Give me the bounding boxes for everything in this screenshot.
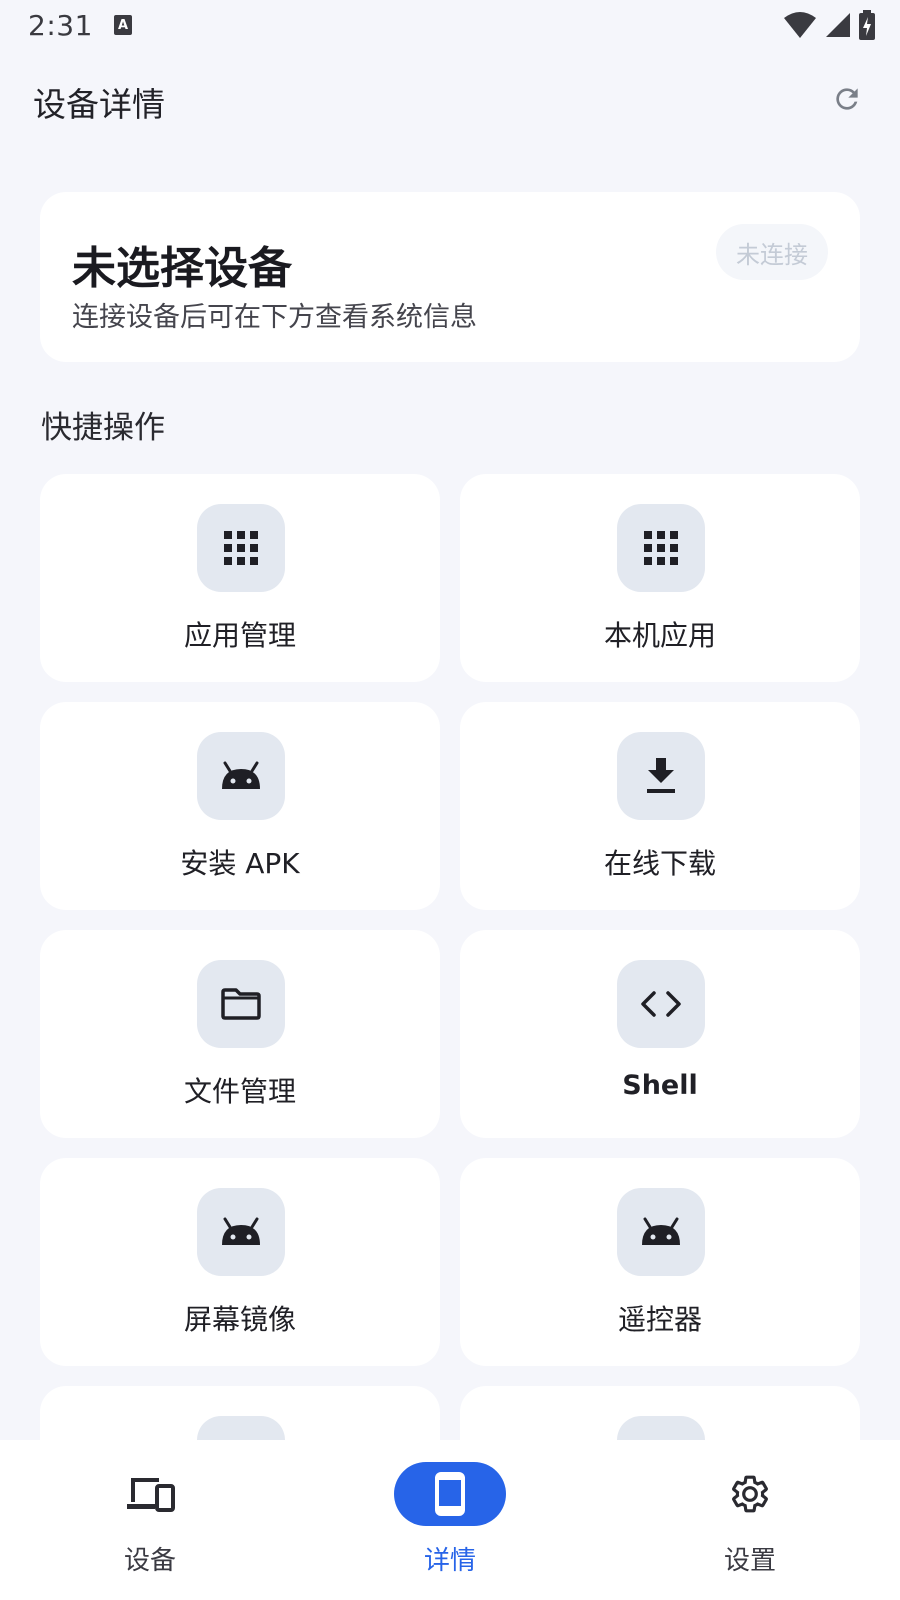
quick-actions-title: 快捷操作 [41,410,165,446]
refresh-icon [836,88,858,110]
refresh-button[interactable] [824,76,870,122]
tile-icon-box [197,1188,285,1276]
tile-label: 本机应用 [603,619,716,652]
tile-label: 屏幕镜像 [183,1303,296,1336]
apps-grid-icon [224,531,258,565]
quick-actions-grid: 应用管理 本机应用 安装 APK 在线下载 文件管理 Shell 屏幕镜像 遥控… [40,474,860,1440]
devices-icon [127,1478,175,1512]
status-icons [782,9,876,41]
tile-label: 文件管理 [183,1075,296,1108]
nav-item-devices[interactable]: 设备 [0,1440,300,1600]
tile-app-management[interactable]: 应用管理 [40,474,440,682]
tile-icon-box [197,504,285,592]
nav-item-details[interactable]: 详情 [300,1440,600,1600]
connection-status-badge: 未连接 [716,224,828,280]
status-time: 2:31 [28,8,93,42]
tile-local-apps[interactable]: 本机应用 [460,474,860,682]
status-bar: 2:31 A [0,0,900,50]
nav-label: 设置 [723,1546,776,1576]
bottom-nav: 设备 详情 设置 [0,1440,900,1600]
nav-pill [694,1462,806,1526]
tile-label: 遥控器 [617,1303,702,1336]
tile-icon-box [617,504,705,592]
signal-icon [826,13,850,37]
tile-icon-box [617,732,705,820]
wifi-icon [784,12,816,38]
tile-label: 安装 APK [180,847,300,880]
page-title: 设备详情 [33,85,165,124]
tile-file-manager[interactable]: 文件管理 [40,930,440,1138]
tile-icon-box [197,1416,285,1440]
code-icon [641,991,681,1017]
tile-screen-mirror[interactable]: 屏幕镜像 [40,1158,440,1366]
keyboard-a-icon: A [113,15,132,35]
nav-label: 设备 [123,1546,176,1576]
device-title: 未选择设备 [72,243,292,294]
apps-grid-icon [644,531,678,565]
battery-charging-icon [859,10,875,40]
tile-partial-left[interactable] [40,1386,440,1440]
android-icon [642,1217,680,1245]
nav-label: 详情 [423,1546,476,1576]
gear-icon [732,1475,768,1513]
screen: 2:31 A 设备详情 未选择设备 连接设备后可在下方查看系统信息 未连接 快捷… [0,0,900,1600]
folder-icon [221,988,261,1020]
tile-shell[interactable]: Shell [460,930,860,1138]
svg-text:A: A [118,18,128,33]
tile-icon-box [617,1188,705,1276]
tile-label: Shell [622,1070,698,1101]
nav-pill-active [394,1462,506,1526]
tile-install-apk[interactable]: 安装 APK [40,702,440,910]
tile-label: 在线下载 [603,847,716,880]
nav-item-settings[interactable]: 设置 [600,1440,900,1600]
phone-icon [435,1472,465,1516]
tile-online-download[interactable]: 在线下载 [460,702,860,910]
tile-icon-box [197,732,285,820]
tile-partial-right[interactable] [460,1386,860,1440]
tile-icon-box [617,960,705,1048]
app-bar: 设备详情 [0,62,900,138]
tile-icon-box [197,960,285,1048]
android-icon [222,1217,260,1245]
download-icon [647,758,675,793]
nav-pill [94,1462,206,1526]
tile-icon-box [617,1416,705,1440]
tile-remote-control[interactable]: 遥控器 [460,1158,860,1366]
device-card: 未选择设备 连接设备后可在下方查看系统信息 未连接 [40,192,860,362]
android-icon [222,761,260,789]
tile-label: 应用管理 [183,619,296,652]
device-subtitle: 连接设备后可在下方查看系统信息 [72,302,477,333]
